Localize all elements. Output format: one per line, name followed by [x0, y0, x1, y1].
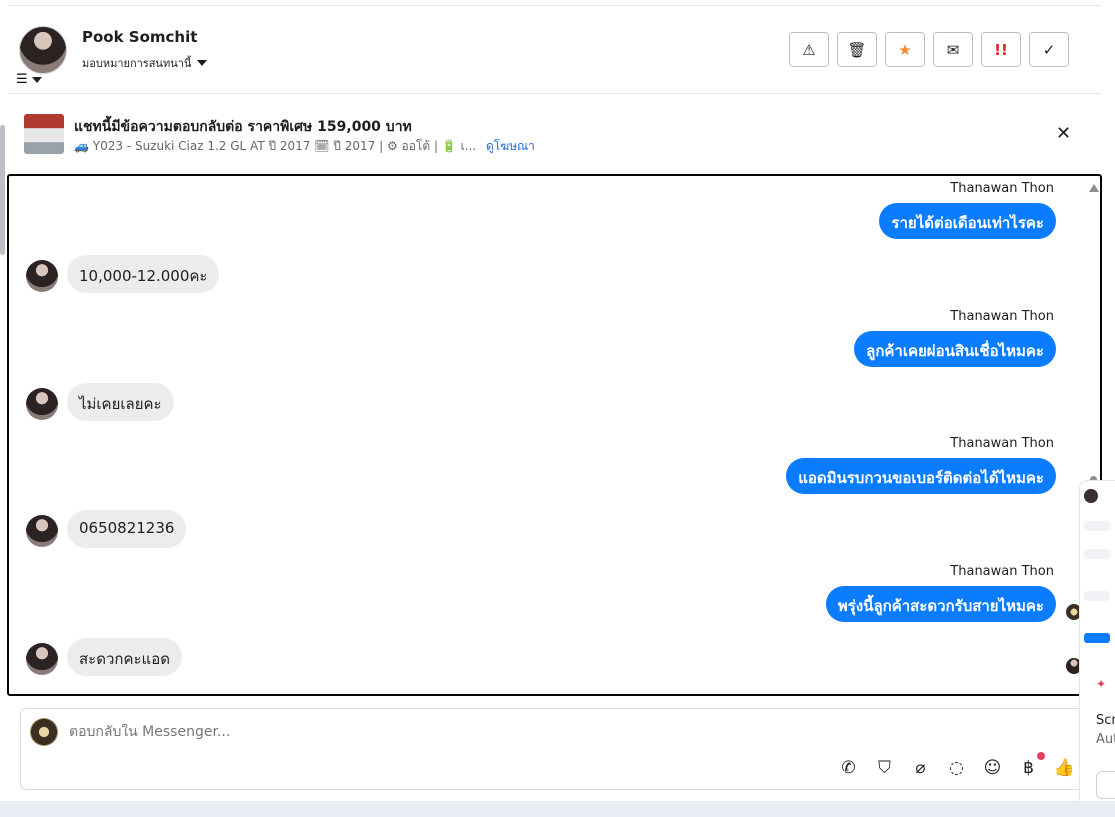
sender-name: Thanawan Thon — [950, 436, 1054, 451]
close-icon[interactable]: ✕ — [1056, 123, 1071, 144]
baht-icon[interactable]: ฿ — [1017, 752, 1045, 779]
follow-up-button[interactable]: !! — [981, 32, 1021, 67]
contact-avatar[interactable] — [19, 26, 67, 74]
outgoing-message[interactable]: รายได้ต่อเดือนเท่าไรคะ — [879, 203, 1056, 239]
screen-overlay-preview[interactable]: ✦ Scr Aut — [1079, 480, 1115, 816]
chevron-down-icon — [197, 60, 208, 66]
warning-icon: ⚠ — [802, 40, 816, 59]
bottom-bar — [0, 801, 1115, 817]
incoming-message[interactable]: ไม่เคยเลยคะ — [67, 383, 174, 421]
attach-icon[interactable]: ⌀ — [909, 756, 932, 779]
chat-icon[interactable]: ◌ — [945, 756, 968, 779]
call-icon[interactable]: ✆ — [837, 756, 860, 779]
bag-icon[interactable]: ⛉ — [873, 756, 896, 779]
page-avatar — [30, 718, 58, 746]
outgoing-message[interactable]: ลูกค้าเคยผ่อนสินเชื่อไหมคะ — [854, 331, 1056, 367]
assign-dropdown[interactable]: มอบหมายการสนทนานี้ — [82, 54, 208, 72]
header-actions: ⚠ 🗑 ★ ✉ !! ✓ — [789, 32, 1069, 67]
conversation-header: ☰ Pook Somchit มอบหมายการสนทนานี้ ⚠ 🗑 ★ … — [8, 5, 1101, 94]
overlay-title: Scr — [1096, 713, 1115, 728]
sender-name: Thanawan Thon — [950, 564, 1054, 579]
star-icon: ★ — [898, 40, 912, 59]
outgoing-message[interactable]: พรุ่งนี้ลูกค้าสะดวกรับสายไหมคะ — [825, 586, 1056, 622]
mark-unread-button[interactable]: ✉ — [933, 32, 973, 67]
like-icon[interactable]: 👍 — [1053, 756, 1076, 779]
overlay-button[interactable] — [1096, 771, 1115, 799]
contact-avatar-small — [26, 643, 58, 675]
assign-label: มอบหมายการสนทนานี้ — [82, 57, 192, 70]
mark-done-button[interactable]: ✓ — [1029, 32, 1069, 67]
preview-avatar — [1084, 489, 1098, 503]
overlay-subtitle: Aut — [1096, 732, 1115, 747]
sender-name: Thanawan Thon — [950, 181, 1054, 196]
emoji-icon[interactable]: ☺ — [981, 756, 1004, 779]
ad-context-banner: แชทนี้มีข้อความตอบกลับต่อ ราคาพิเศษ 159,… — [8, 95, 1101, 171]
message-composer: ✆ ⛉ ⌀ ◌ ☺ ฿ 👍 — [20, 708, 1095, 790]
contact-avatar-small — [26, 388, 58, 420]
ad-subtitle-text: 🚙 Y023 - Suzuki Ciaz 1.2 GL AT ปี 2017 🗓… — [74, 139, 477, 153]
contact-name[interactable]: Pook Somchit — [82, 28, 197, 46]
preview-row — [1084, 521, 1110, 531]
ad-title: แชทนี้มีข้อความตอบกลับต่อ ราคาพิเศษ 159,… — [74, 119, 412, 135]
message-thread: Thanawan Thon รายได้ต่อเดือนเท่าไรคะ 10,… — [7, 174, 1102, 696]
outgoing-message[interactable]: แอดมินรบกวนขอเบอร์ติดต่อได้ไหมคะ — [786, 458, 1056, 494]
preview-row — [1084, 633, 1110, 643]
ad-subtitle: 🚙 Y023 - Suzuki Ciaz 1.2 GL AT ปี 2017 🗓… — [74, 137, 535, 156]
check-icon: ✓ — [1042, 40, 1056, 59]
composer-tools: ✆ ⛉ ⌀ ◌ ☺ ฿ 👍 — [837, 752, 1076, 779]
incoming-message[interactable]: สะดวกคะแอด — [67, 638, 182, 676]
preview-row — [1084, 549, 1110, 559]
reply-input[interactable] — [69, 724, 469, 740]
scroll-up-arrow-icon[interactable] — [1089, 184, 1099, 192]
filter-icon[interactable]: ☰ — [16, 72, 56, 88]
ad-thumbnail[interactable] — [24, 114, 64, 154]
report-spam-button[interactable]: ⚠ — [789, 32, 829, 67]
star-button[interactable]: ★ — [885, 32, 925, 67]
preview-row — [1084, 591, 1110, 601]
incoming-message[interactable]: 10,000-12.000คะ — [67, 255, 220, 293]
left-resize-handle[interactable] — [0, 125, 5, 255]
notification-dot — [1037, 752, 1045, 760]
trash-icon: 🗑 — [847, 40, 867, 59]
sender-name: Thanawan Thon — [950, 309, 1054, 324]
contact-avatar-small — [26, 260, 58, 292]
preview-logo-icon: ✦ — [1096, 677, 1107, 691]
incoming-message[interactable]: 0650821236 — [67, 510, 187, 548]
view-ad-link[interactable]: ดูโฆษณา — [486, 139, 535, 153]
contact-avatar-small — [26, 515, 58, 547]
messenger-inbox-conversation: ☰ Pook Somchit มอบหมายการสนทนานี้ ⚠ 🗑 ★ … — [0, 0, 1115, 817]
exclamation-icon: !! — [994, 40, 1008, 59]
delete-button[interactable]: 🗑 — [837, 32, 877, 67]
envelope-icon: ✉ — [946, 40, 960, 59]
